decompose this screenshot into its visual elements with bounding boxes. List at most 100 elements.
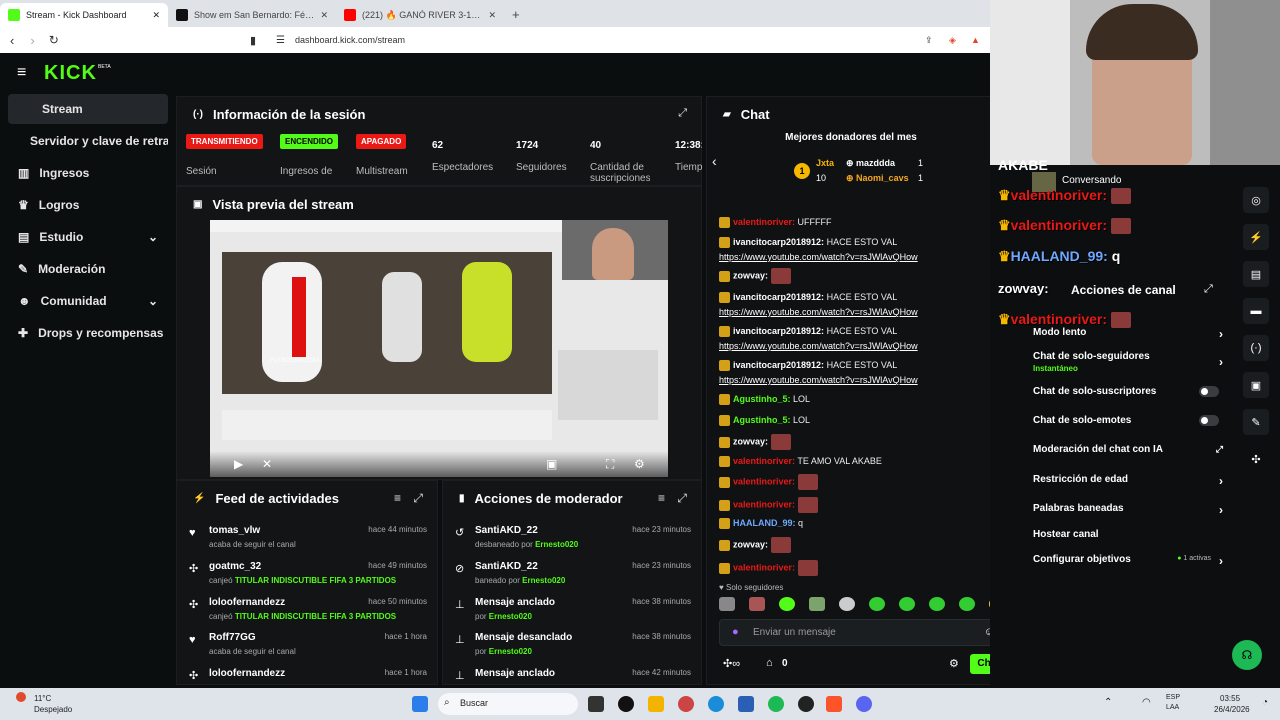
close-tab-icon[interactable]: ✕ <box>488 10 496 21</box>
filter-icon[interactable]: ≡ <box>394 491 401 505</box>
subs-only-toggle[interactable] <box>1199 386 1219 397</box>
points-tool-button[interactable]: ✣ <box>1243 446 1269 472</box>
emote-icon[interactable] <box>719 597 735 611</box>
task-view-icon[interactable] <box>588 696 604 712</box>
brave-icon[interactable] <box>826 696 842 712</box>
popout-icon[interactable]: ⤢ <box>1204 283 1213 296</box>
share-icon[interactable]: ⇪ <box>925 35 933 46</box>
site-info-icon[interactable]: ☰ <box>276 35 285 46</box>
chat-settings-icon[interactable]: ⚙ <box>949 657 959 670</box>
popout-icon[interactable]: ⤢ <box>413 491 423 506</box>
emote-icon[interactable] <box>929 597 945 611</box>
app-icon[interactable] <box>678 696 694 712</box>
chat-username[interactable]: valentinoriver: <box>733 456 795 466</box>
kick-logo[interactable]: KICK <box>44 62 97 85</box>
forward-icon[interactable]: › <box>30 33 34 48</box>
chat-username[interactable]: ivancitocarp2018912: <box>733 237 824 247</box>
sidebar-item-logros[interactable]: ♛ Logros <box>8 190 168 220</box>
volume-icon[interactable]: ✕ <box>262 457 272 471</box>
chat-username[interactable]: Agustinho_5: <box>733 394 791 404</box>
filter-icon[interactable]: ≡ <box>658 491 665 505</box>
bookmark-icon[interactable]: ▮ <box>250 34 256 47</box>
donor-name[interactable]: mazddda <box>856 158 895 168</box>
close-tab-icon[interactable]: ✕ <box>152 10 160 21</box>
sidebar-item-moderacion[interactable]: ✎ Moderación <box>8 254 168 284</box>
play-icon[interactable]: ▶ <box>234 457 243 471</box>
chat-link[interactable]: https://www.youtube.com/watch?v=rsJWlAvQ… <box>719 307 918 317</box>
preview-tool-button[interactable]: ▣ <box>1243 372 1269 398</box>
back-icon[interactable]: ‹ <box>10 33 14 48</box>
mod-row-banned-words[interactable]: Palabras baneadas › <box>1033 503 1223 517</box>
popout-icon[interactable]: ⤢ <box>677 491 687 506</box>
rewards-icon[interactable]: ▲ <box>971 35 980 45</box>
chevron-left-icon[interactable]: ‹ <box>712 153 717 169</box>
chat-username[interactable]: ivancitocarp2018912: <box>733 292 824 302</box>
chat-username[interactable]: zowvay: <box>733 270 768 280</box>
pip-icon[interactable]: ▣ <box>546 457 557 471</box>
menu-icon[interactable]: ≡ <box>17 64 26 82</box>
chat-username[interactable]: valentinoriver: <box>733 476 795 486</box>
browser-tab-kick[interactable]: Stream - Kick Dashboard ✕ <box>0 3 168 27</box>
chat-username[interactable]: valentinoriver: <box>733 217 795 227</box>
chat-username[interactable]: zowvay: <box>733 539 768 549</box>
sidebar-item-stream[interactable]: Stream <box>8 94 168 124</box>
tray-chevron-icon[interactable]: ⌃ <box>1104 697 1112 708</box>
explorer-icon[interactable] <box>648 696 664 712</box>
camera-tool-button[interactable]: ◎ <box>1243 187 1269 213</box>
mod-row-ai-moderation[interactable]: Moderación del chat con IA ⤢ <box>1033 444 1223 455</box>
discord-icon[interactable] <box>856 696 872 712</box>
notes-tool-button[interactable]: ▤ <box>1243 261 1269 287</box>
wifi-icon[interactable]: ◠ <box>1142 697 1151 708</box>
mod-row-emotes-only[interactable]: Chat de solo-emotes <box>1033 415 1223 426</box>
emote-icon[interactable] <box>839 597 855 611</box>
broadcast-tool-button[interactable]: (·) <box>1243 335 1269 361</box>
chat-username[interactable]: HAALAND_99: <box>733 518 796 528</box>
mod-row-age-restriction[interactable]: Restricción de edad › <box>1033 474 1223 488</box>
chat-username[interactable]: valentinoriver: <box>733 562 795 572</box>
close-tab-icon[interactable]: ✕ <box>320 10 328 21</box>
spotify-icon[interactable] <box>768 696 784 712</box>
emote-icon[interactable] <box>779 597 795 611</box>
edge-icon[interactable] <box>708 696 724 712</box>
emote-icon[interactable] <box>899 597 915 611</box>
mod-row-slow-mode[interactable]: Modo lento › <box>1033 327 1223 341</box>
url-field[interactable]: dashboard.kick.com/stream <box>295 35 405 45</box>
chat-username[interactable]: Agustinho_5: <box>733 415 791 425</box>
chat-link[interactable]: https://www.youtube.com/watch?v=rsJWlAvQ… <box>719 375 918 385</box>
help-button[interactable]: ☊ <box>1232 640 1262 670</box>
mod-row-goals[interactable]: Configurar objetivos ● 1 activas › <box>1033 554 1223 568</box>
chat-link[interactable]: https://www.youtube.com/watch?v=rsJWlAvQ… <box>719 341 918 351</box>
browser-tab-youtube[interactable]: (221) 🔥 GANÓ RIVER 3-1 CONTR ✕ <box>336 3 504 27</box>
emote-icon[interactable] <box>869 597 885 611</box>
chat-tool-button[interactable]: ▬ <box>1243 298 1269 324</box>
donor-name[interactable]: Naomi_cavs <box>856 173 909 183</box>
popout-icon[interactable]: ⤢ <box>678 107 687 120</box>
mod-row-host[interactable]: Hostear canal <box>1033 529 1223 540</box>
mod-row-subs-only[interactable]: Chat de solo-suscriptores <box>1033 386 1223 397</box>
wrench-tool-button[interactable]: ✎ <box>1243 409 1269 435</box>
emote-icon[interactable] <box>959 597 975 611</box>
sidebar-item-ingresos[interactable]: ▥ Ingresos <box>8 158 168 188</box>
stream-video[interactable]: FUTBOLXXI.COM ▶ ✕ ▣ ⛶ ⚙ <box>210 220 668 477</box>
chat-link[interactable]: https://www.youtube.com/watch?v=rsJWlAvQ… <box>719 252 918 262</box>
windows-start-icon[interactable] <box>412 696 428 712</box>
points-icon[interactable]: ✣∞ <box>723 657 740 670</box>
brave-shield-icon[interactable]: ◈ <box>949 35 956 46</box>
store-icon[interactable] <box>738 696 754 712</box>
emote-icon[interactable] <box>749 597 765 611</box>
sidebar-item-estudio[interactable]: ▤ Estudio ⌄ <box>8 222 168 252</box>
chat-input[interactable]: ● Enviar un mensaje ☺ <box>719 619 1006 646</box>
chat-username[interactable]: valentinoriver: <box>733 499 795 509</box>
app-icon[interactable] <box>798 696 814 712</box>
donor-name[interactable]: Jxta <box>816 158 834 168</box>
mod-row-followers-only[interactable]: Chat de solo-seguidores Instantáneo › <box>1033 351 1223 373</box>
chat-username[interactable]: ivancitocarp2018912: <box>733 326 824 336</box>
notification-icon[interactable]: ◔ <box>1262 697 1268 708</box>
taskbar-search[interactable]: ⌕ Buscar <box>438 693 578 715</box>
reload-icon[interactable]: ↻ <box>49 33 59 47</box>
bolt-tool-button[interactable]: ⚡ <box>1243 224 1269 250</box>
gift-icon[interactable]: ⌂ <box>766 657 773 669</box>
emote-icon[interactable] <box>809 597 825 611</box>
emotes-only-toggle[interactable] <box>1199 415 1219 426</box>
sidebar-item-server-key[interactable]: Servidor y clave de retransn <box>8 126 168 156</box>
